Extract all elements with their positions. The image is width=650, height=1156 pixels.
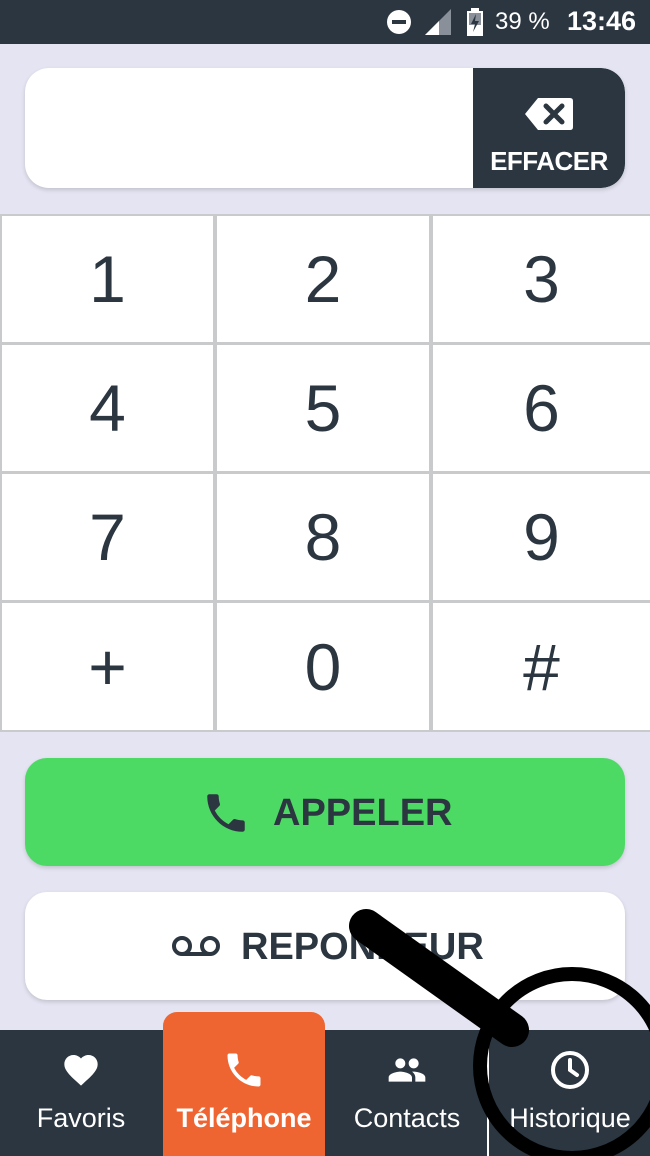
- call-label: APPELER: [273, 792, 453, 834]
- dial-keypad: 1 2 3 4 5 6 7 8 9 + 0 #: [0, 214, 650, 732]
- key-6[interactable]: 6: [433, 345, 650, 471]
- nav-label: Contacts: [353, 1103, 461, 1133]
- nav-historique[interactable]: Historique: [489, 1030, 650, 1156]
- call-button[interactable]: APPELER: [25, 758, 625, 866]
- key-label: #: [523, 629, 560, 704]
- nav-divider: [487, 1030, 489, 1156]
- phone-number-field[interactable]: EFFACER: [25, 68, 625, 188]
- erase-label: EFFACER: [490, 146, 608, 176]
- key-1[interactable]: 1: [2, 216, 213, 342]
- clock-icon: [551, 1051, 589, 1089]
- key-label: 1: [89, 242, 126, 316]
- key-plus[interactable]: +: [2, 603, 213, 730]
- key-0[interactable]: 0: [217, 603, 429, 730]
- nav-label: Téléphone: [176, 1103, 312, 1133]
- clock-time: 13:46: [566, 6, 636, 36]
- key-9[interactable]: 9: [433, 474, 650, 600]
- key-label: +: [88, 629, 127, 704]
- key-label: 6: [523, 371, 560, 445]
- key-label: 0: [304, 629, 342, 704]
- erase-button[interactable]: EFFACER: [473, 68, 625, 188]
- do-not-disturb-icon: [387, 10, 411, 34]
- nav-label: Favoris: [36, 1103, 126, 1133]
- key-2[interactable]: 2: [217, 216, 429, 342]
- contacts-icon: [388, 1058, 426, 1082]
- key-8[interactable]: 8: [217, 474, 429, 600]
- phone-icon: [207, 794, 245, 832]
- signal-icon: [425, 9, 451, 35]
- voicemail-icon: [172, 936, 220, 956]
- key-label: 7: [89, 500, 126, 574]
- voicemail-button[interactable]: REPONDEUR: [25, 892, 625, 1000]
- backspace-icon: [525, 98, 573, 130]
- nav-label: Historique: [509, 1103, 631, 1133]
- key-4[interactable]: 4: [2, 345, 213, 471]
- key-label: 2: [304, 242, 342, 316]
- bottom-nav: Favoris Téléphone Contacts Historique: [0, 1012, 650, 1156]
- key-label: 3: [523, 242, 560, 316]
- voicemail-label: REPONDEUR: [241, 926, 484, 968]
- key-5[interactable]: 5: [217, 345, 429, 471]
- nav-favoris[interactable]: Favoris: [0, 1030, 162, 1156]
- nav-telephone[interactable]: Téléphone: [163, 1012, 325, 1156]
- key-label: 5: [304, 371, 342, 445]
- key-7[interactable]: 7: [2, 474, 213, 600]
- heart-icon: [64, 1055, 98, 1086]
- key-hash[interactable]: #: [433, 603, 650, 730]
- battery-charging-icon: [467, 8, 483, 36]
- key-label: 9: [523, 500, 560, 574]
- key-3[interactable]: 3: [433, 216, 650, 342]
- phone-icon: [227, 1053, 261, 1087]
- key-label: 8: [304, 500, 342, 574]
- status-bar: 39 % 13:46: [0, 0, 650, 44]
- nav-contacts[interactable]: Contacts: [326, 1030, 488, 1156]
- key-label: 4: [89, 371, 126, 445]
- battery-percent: 39 %: [495, 8, 550, 35]
